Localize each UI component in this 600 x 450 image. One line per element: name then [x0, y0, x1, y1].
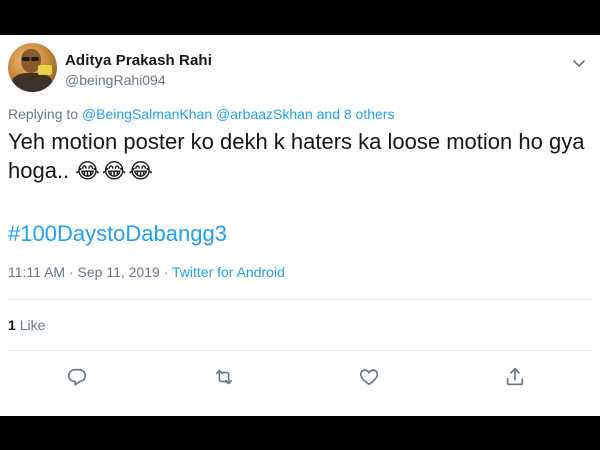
- divider: [8, 350, 592, 351]
- avatar-figure-body: [12, 73, 52, 92]
- reply-icon: [67, 368, 87, 386]
- like-button[interactable]: [354, 362, 384, 392]
- hashtag-link[interactable]: #100DaystoDabangg3: [8, 221, 227, 247]
- chevron-down-icon-svg: [573, 60, 585, 67]
- tweet-source-link[interactable]: Twitter for Android: [172, 264, 285, 280]
- meta-separator: ·: [68, 264, 74, 280]
- tweet-date[interactable]: Sep 11, 2019: [78, 264, 160, 280]
- tweet-time[interactable]: 11:11 AM: [8, 264, 65, 280]
- divider: [8, 299, 592, 300]
- reply-button[interactable]: [62, 362, 92, 392]
- like-count-label: Like: [19, 317, 46, 333]
- share-icon: [506, 367, 524, 386]
- share-button[interactable]: [500, 362, 530, 392]
- likes-count[interactable]: 1 Like: [8, 317, 45, 333]
- user-handle[interactable]: @beingRahi094: [65, 72, 166, 88]
- user-name[interactable]: Aditya Prakash Rahi: [65, 52, 212, 69]
- action-bar: [0, 362, 600, 392]
- tweet-meta: 11:11 AM · Sep 11, 2019 · Twitter for An…: [8, 264, 285, 280]
- others-link[interactable]: and 8 others: [317, 106, 395, 122]
- tweet-card: Aditya Prakash Rahi @beingRahi094 Replyi…: [0, 35, 600, 416]
- avatar[interactable]: [8, 43, 57, 92]
- heart-icon: [359, 369, 379, 386]
- chevron-down-icon[interactable]: [571, 55, 587, 71]
- avatar-badge: [38, 65, 52, 75]
- mention-link[interactable]: @BeingSalmanKhan: [82, 106, 212, 122]
- mention-link[interactable]: @arbaazSkhan: [216, 106, 313, 122]
- avatar-sunglasses-left: [22, 57, 30, 61]
- like-count-number: 1: [8, 317, 16, 333]
- meta-separator: ·: [163, 264, 169, 280]
- retweet-button[interactable]: [209, 362, 239, 392]
- tweet-text: Yeh motion poster ko dekh k haters ka lo…: [8, 127, 598, 186]
- laughing-emoji-group: 😂😂😂: [75, 160, 155, 183]
- retweet-icon: [215, 369, 233, 385]
- avatar-sunglasses-right: [31, 57, 39, 61]
- replying-to: Replying to @BeingSalmanKhan @arbaazSkha…: [8, 106, 394, 122]
- replying-prefix: Replying to: [8, 106, 79, 122]
